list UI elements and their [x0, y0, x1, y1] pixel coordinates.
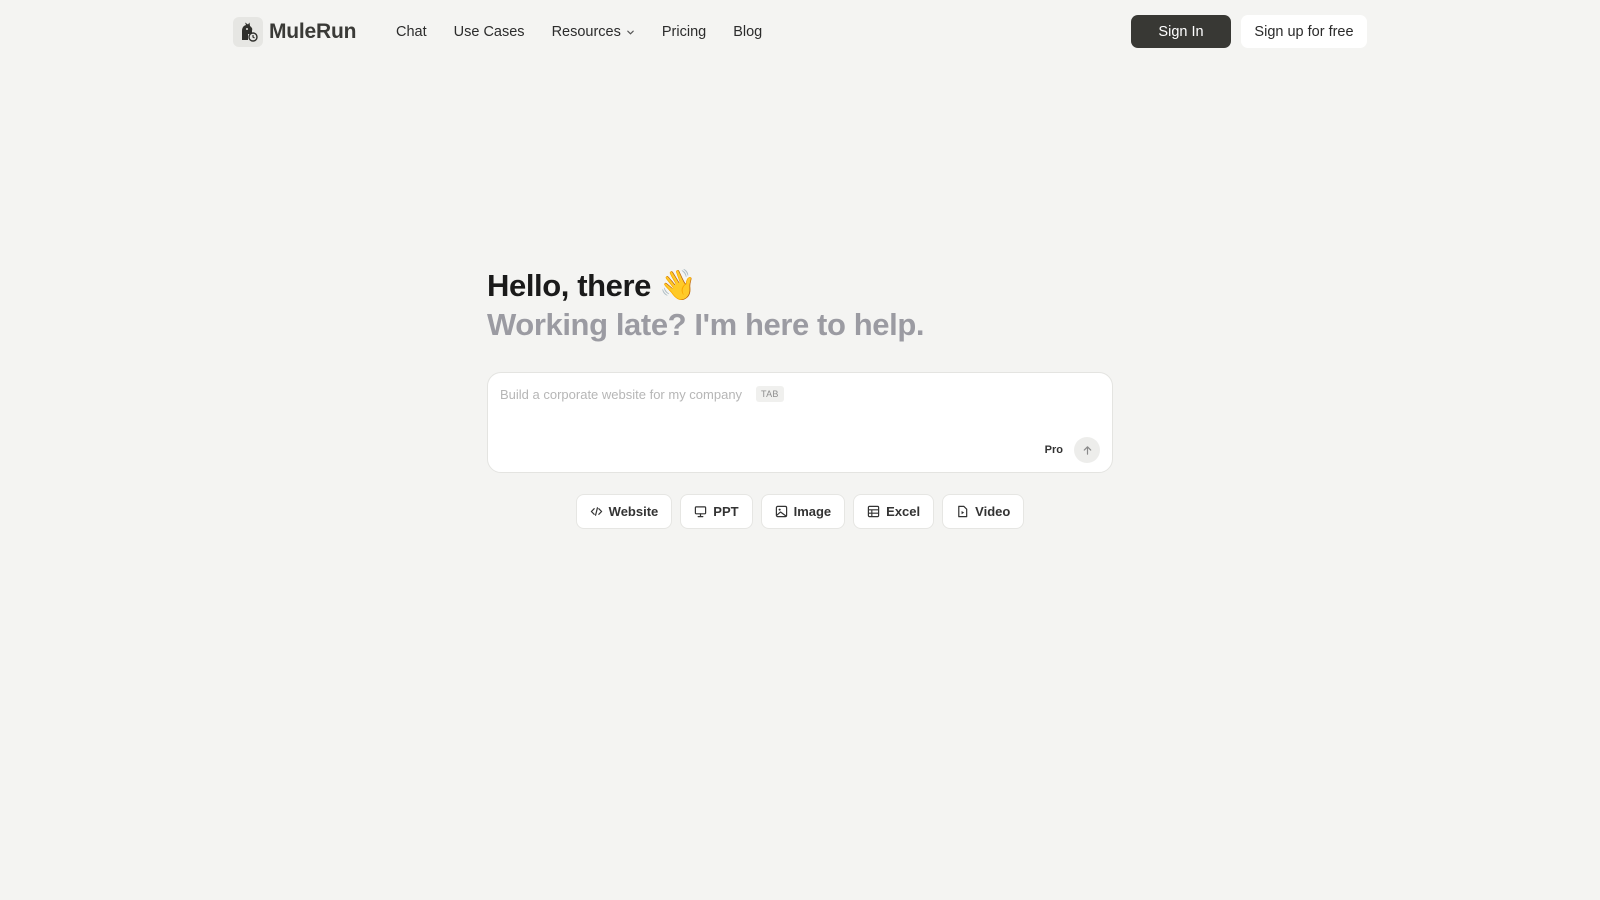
greeting-text: Hello, there — [487, 268, 652, 303]
main-nav: Chat Use Cases Resources Pricing Blog — [396, 20, 789, 44]
tab-key-hint: TAB — [756, 386, 784, 402]
nav-item-label: Pricing — [661, 24, 707, 40]
nav-item-pricing[interactable]: Pricing — [662, 24, 706, 40]
composer-actions: Pro — [1045, 437, 1100, 463]
prompt-input-row: TAB — [500, 386, 784, 402]
mode-selector[interactable]: Pro — [1045, 444, 1063, 456]
presentation-icon — [694, 505, 707, 518]
nav-item-blog[interactable]: Blog — [733, 24, 762, 40]
chip-ppt[interactable]: PPT — [680, 494, 753, 529]
chip-label: Video — [975, 504, 1011, 519]
image-icon — [775, 505, 788, 518]
chip-label: PPT — [713, 504, 739, 519]
code-icon — [590, 505, 603, 518]
hero-section: Hello, there 👋 Working late? I'm here to… — [487, 266, 1113, 344]
quick-action-chips: Website PPT Image Excel Video — [0, 494, 1600, 529]
chip-excel[interactable]: Excel — [853, 494, 935, 529]
chip-video[interactable]: Video — [942, 494, 1025, 529]
sign-up-button[interactable]: Sign up for free — [1241, 15, 1367, 48]
chip-website[interactable]: Website — [575, 494, 673, 529]
nav-item-label: Use Cases — [453, 24, 525, 40]
nav-item-use-cases[interactable]: Use Cases — [454, 24, 525, 40]
arrow-up-icon — [1082, 445, 1093, 456]
chevron-down-icon — [626, 28, 635, 37]
prompt-input[interactable] — [500, 386, 752, 402]
nav-item-label: Blog — [733, 24, 763, 40]
nav-item-chat[interactable]: Chat — [396, 24, 427, 40]
top-navigation-bar: MuleRun Chat Use Cases Resources Pricing… — [0, 0, 1600, 64]
chip-label: Website — [608, 504, 659, 519]
greeting-heading: Hello, there 👋 — [487, 266, 1113, 306]
file-video-icon — [956, 505, 969, 518]
hero-subtitle: Working late? I'm here to help. — [487, 307, 925, 342]
send-button[interactable] — [1074, 437, 1100, 463]
nav-item-label: Resources — [551, 24, 621, 40]
brand-name: MuleRun — [269, 20, 357, 43]
chip-image[interactable]: Image — [760, 494, 846, 529]
mule-logo-icon — [233, 17, 263, 47]
nav-item-resources[interactable]: Resources — [552, 24, 635, 40]
nav-item-label: Chat — [396, 24, 427, 40]
prompt-composer: TAB Pro — [487, 372, 1113, 473]
chip-label: Image — [793, 504, 832, 519]
chip-label: Excel — [886, 504, 921, 519]
waving-hand-icon: 👋 — [659, 269, 696, 302]
table-icon — [867, 505, 880, 518]
brand-logo-link[interactable]: MuleRun — [233, 16, 356, 48]
sign-in-button[interactable]: Sign In — [1131, 15, 1231, 48]
